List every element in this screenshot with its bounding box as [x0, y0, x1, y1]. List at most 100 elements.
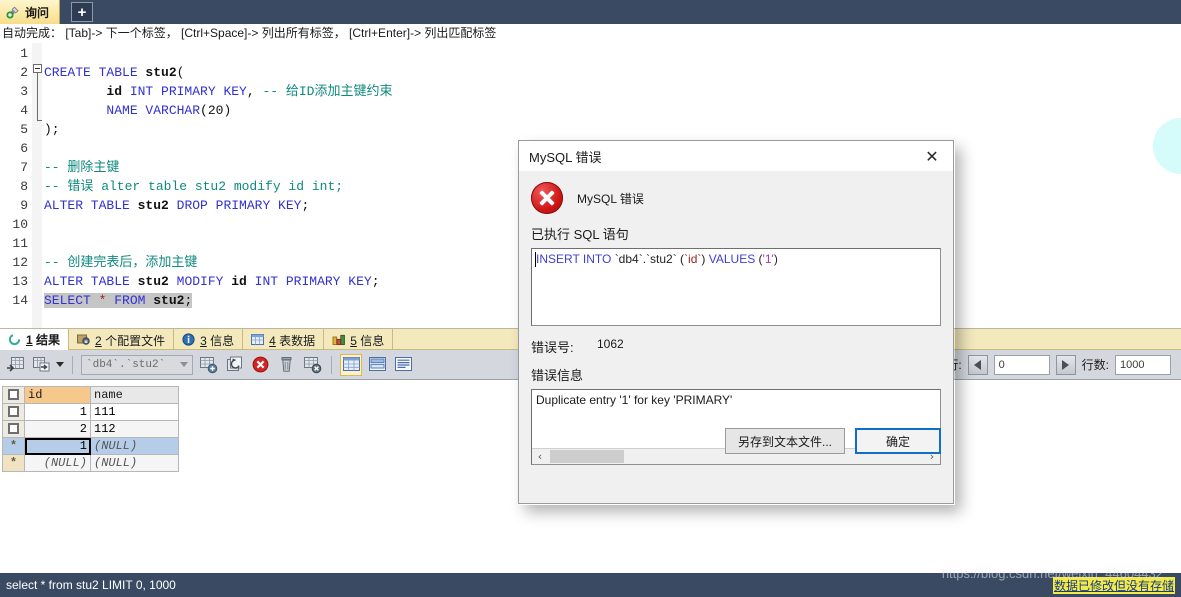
save-to-file-button[interactable]: 另存到文本文件... — [724, 428, 845, 454]
column-header-name[interactable]: name — [90, 386, 179, 404]
results-tab-4[interactable]: 4 表数据 — [243, 329, 325, 351]
row-selector[interactable] — [2, 420, 25, 438]
import-grid-icon[interactable] — [30, 354, 52, 376]
chevron-down-icon — [180, 362, 188, 367]
table-selector[interactable]: `db4`.`stu2` — [81, 354, 193, 375]
status-notice: 数据已修改但没有存储 — [1052, 576, 1175, 594]
cell-id[interactable]: (NULL) — [24, 454, 91, 472]
text-view-icon[interactable] — [392, 354, 414, 376]
table-row[interactable]: 1 111 — [2, 403, 179, 421]
checkbox-icon[interactable] — [8, 406, 19, 418]
code-line-3: id INT PRIMARY KEY, -- 给ID添加主键约束 — [106, 84, 393, 99]
cell-name[interactable]: 111 — [90, 403, 179, 421]
column-header-id[interactable]: id — [24, 386, 91, 404]
text-caret — [535, 252, 536, 267]
form-view-icon[interactable] — [366, 354, 388, 376]
results-tab-2[interactable]: 2 个配置文件 — [69, 329, 175, 351]
close-icon[interactable]: ✕ — [911, 141, 953, 171]
results-tab-3[interactable]: 3 信息 — [174, 329, 244, 351]
row-edit-marker[interactable]: * — [2, 437, 25, 455]
delete-row-icon[interactable] — [249, 354, 271, 376]
row-selector[interactable] — [2, 403, 25, 421]
errno-label: 错误号: — [531, 340, 574, 355]
line-number: 3 — [20, 84, 28, 99]
grid-icon — [251, 333, 265, 347]
tab-query[interactable]: 询问 — [0, 0, 61, 24]
duplicate-row-icon[interactable] — [223, 354, 245, 376]
toolbar-separator-2 — [331, 355, 332, 374]
scrollbar-thumb[interactable] — [550, 450, 624, 463]
results-tab-3-label: 信息 — [210, 333, 235, 348]
ok-button[interactable]: 确定 — [855, 428, 941, 454]
fold-bracket-end — [37, 120, 42, 121]
executed-sql-box[interactable]: INSERT INTO `db4`.`stu2` (`id`) VALUES (… — [531, 248, 941, 326]
dialog-button-row: 另存到文本文件... 确定 — [724, 428, 941, 454]
next-page-button[interactable] — [1055, 354, 1076, 375]
row-count-input[interactable]: 1000 — [1115, 354, 1171, 375]
table-row[interactable]: 2 112 — [2, 420, 179, 438]
results-tab-1-num: 1 — [26, 333, 33, 347]
checkbox-icon[interactable] — [8, 389, 19, 401]
error-circle-icon — [531, 182, 563, 214]
scroll-left-icon[interactable]: ‹ — [532, 449, 548, 464]
error-message-text: Duplicate entry '1' for key 'PRIMARY' — [536, 393, 733, 407]
cell-id[interactable]: 1 — [24, 437, 91, 455]
first-row-input[interactable]: 0 — [993, 354, 1050, 375]
cell-name[interactable]: 112 — [90, 420, 179, 438]
results-tab-1-label: 结果 — [36, 333, 61, 347]
cell-id[interactable]: 2 — [24, 420, 91, 438]
row-count-label: 行数: — [1081, 358, 1109, 372]
spinner-icon — [8, 333, 22, 347]
export-grid-icon[interactable] — [4, 354, 26, 376]
line-number: 6 — [20, 141, 28, 156]
status-query-text: select * from stu2 LIMIT 0, 1000 — [6, 578, 176, 592]
dialog-title-bar: MySQL 错误 ✕ — [519, 141, 953, 171]
table-selector-value: `db4`.`stu2` — [86, 358, 166, 371]
cell-name[interactable]: (NULL) — [90, 454, 179, 472]
table-row-selected[interactable]: * 1 (NULL) — [2, 437, 179, 455]
refresh-grid-icon[interactable] — [301, 354, 323, 376]
table-row-new[interactable]: * (NULL) (NULL) — [2, 454, 179, 472]
sql-label: 已执行 SQL 语句 — [531, 227, 629, 242]
results-tab-5-label: 信息 — [360, 333, 385, 348]
drop-row-icon[interactable] — [275, 354, 297, 376]
line-number: 14 — [12, 293, 28, 308]
cell-id[interactable]: 1 — [24, 403, 91, 421]
dialog-title: MySQL 错误 — [529, 149, 602, 165]
line-number: 11 — [12, 236, 28, 251]
checkbox-icon[interactable] — [8, 423, 19, 435]
mysql-error-dialog: MySQL 错误 ✕ MySQL 错误 已执行 SQL 语句 INSERT IN… — [518, 140, 954, 504]
results-tab-5-num: 5 — [350, 333, 357, 348]
grid-view-icon[interactable] — [340, 353, 362, 376]
tab-strip: 询问 + — [0, 0, 1181, 24]
select-all-cell[interactable] — [2, 386, 25, 404]
toolbar-separator — [72, 355, 73, 374]
autocomplete-hint: 自动完成： [Tab]-> 下一个标签， [Ctrl+Space]-> 列出所有… — [0, 24, 1181, 43]
code-line-2: CREATE TABLE stu2( — [44, 65, 185, 80]
row-edit-marker[interactable]: * — [2, 454, 25, 472]
line-number: 5 — [20, 122, 28, 137]
fold-toggle-icon[interactable] — [33, 64, 42, 73]
line-number: 12 — [12, 255, 28, 270]
results-tab-5[interactable]: 5 信息 — [324, 329, 394, 351]
profile-icon — [77, 333, 91, 347]
tab-query-label: 询问 — [25, 5, 50, 20]
line-number: 10 — [12, 217, 28, 232]
results-tab-2-label: 个配置文件 — [105, 333, 166, 348]
results-tab-2-num: 2 — [95, 333, 102, 348]
info-icon — [182, 333, 196, 347]
arrow-right-icon — [1062, 359, 1070, 370]
result-grid[interactable]: id name 1 111 2 112 * 1 (NULL) * (NULL) … — [2, 386, 179, 472]
row-pager: 一行: 0 行数: 1000 — [934, 354, 1177, 375]
line-number: 9 — [20, 198, 28, 213]
results-tab-1[interactable]: 1 结果 — [0, 329, 70, 351]
prev-page-button[interactable] — [967, 354, 988, 375]
dialog-heading: MySQL 错误 — [577, 191, 644, 206]
dialog-body: MySQL 错误 已执行 SQL 语句 INSERT INTO `db4`.`s… — [519, 181, 953, 465]
errno-value: 1062 — [597, 337, 624, 351]
add-tab-button[interactable]: + — [71, 2, 93, 22]
dropdown-caret-icon[interactable] — [56, 362, 64, 367]
add-row-icon[interactable] — [197, 354, 219, 376]
cell-name[interactable]: (NULL) — [90, 437, 179, 455]
